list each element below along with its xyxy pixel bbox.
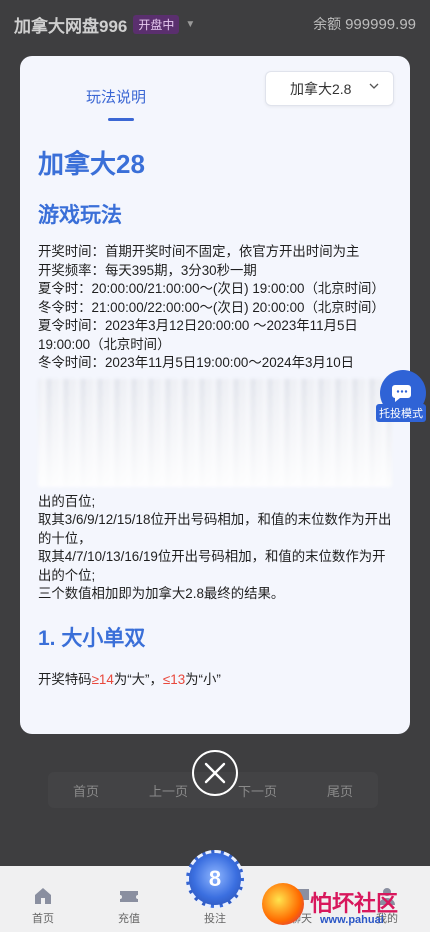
game-title: 加拿大28 xyxy=(38,149,145,179)
section-heading: 游戏玩法 xyxy=(38,204,122,227)
big-condition: ≥14 xyxy=(91,671,114,687)
app-header: 加拿大网盘996 开盘中 ▼ 余额 999999.99 xyxy=(0,0,430,48)
caret-down-icon[interactable]: ▼ xyxy=(185,19,195,30)
home-icon xyxy=(35,888,51,904)
small-word: 为“小” xyxy=(185,671,221,687)
big-small-rule: 开奖特码≥14为“大”，≤13为“小” xyxy=(38,668,392,688)
rule-line: 出的百位; xyxy=(38,493,96,509)
schedule-line: 夏令时间：2023年3月12日20:00:00 ～2023年11月5日19:00… xyxy=(38,318,358,352)
close-icon xyxy=(204,762,226,784)
balance-value: 999999.99 xyxy=(345,16,416,33)
rule-prefix: 开奖特码 xyxy=(38,671,92,687)
subsection-title: 1. 大小单双 xyxy=(38,626,146,650)
float-label[interactable]: 托投模式 xyxy=(376,404,426,422)
rule-line: 取其3/6/9/12/15/18位开出号码相加，和值的末位数作为开出的十位， xyxy=(38,512,392,546)
rule-line: 取其4/7/10/13/16/19位开出号码相加，和值的末位数作为开出的个位; xyxy=(38,549,386,583)
rule-line: 三个数值相加即为加拿大2.8最终的结果。 xyxy=(38,586,285,601)
pager-last[interactable]: 尾页 xyxy=(327,781,353,800)
close-modal-button[interactable] xyxy=(192,750,238,796)
watermark-logo-icon xyxy=(262,883,304,925)
rules-modal: 玩法说明 加拿大2.8 加拿大28 游戏玩法 开奖时间：首期开奖时间不固定，依官… xyxy=(20,56,410,734)
chip-icon: 8 xyxy=(208,866,222,891)
game-select[interactable]: 加拿大2.8 xyxy=(265,71,394,106)
game-select-value: 加拿大2.8 xyxy=(290,80,352,97)
schedule-line: 开奖频率：每天395期，3分30秒一期 xyxy=(38,262,257,278)
pager-prev[interactable]: 上一页 xyxy=(149,781,188,800)
nav-home[interactable]: 首页 xyxy=(0,886,86,926)
modal-content: 加拿大28 游戏玩法 开奖时间：首期开奖时间不固定，依官方开出时间为主 开奖频率… xyxy=(20,144,410,688)
schedule-line: 冬令时间：2023年11月5日19:00:00～2024年3月10日 xyxy=(38,355,355,370)
schedule-line: 开奖时间：首期开奖时间不固定，依官方开出时间为主 xyxy=(38,244,360,259)
nav-label: 首页 xyxy=(32,913,54,925)
balance: 余额 999999.99 xyxy=(313,14,416,34)
watermark: 怕坏社区 www.pahuai xyxy=(262,880,424,928)
blurred-region xyxy=(38,378,392,487)
balance-label: 余额 xyxy=(313,16,342,32)
pager-next[interactable]: 下一页 xyxy=(238,781,277,800)
nav-label: 充值 xyxy=(118,913,140,925)
watermark-url: www.pahuai xyxy=(320,914,384,926)
bet-chip-button[interactable]: 8 xyxy=(186,850,244,908)
watermark-text: 怕坏社区 xyxy=(310,891,399,916)
nav-label: 投注 xyxy=(204,913,226,925)
tab-indicator xyxy=(108,118,134,121)
nav-recharge[interactable]: 充值 xyxy=(86,886,172,926)
app-title: 加拿大网盘996 xyxy=(14,16,128,36)
schedule-line: 冬令时：21:00:00/22:00:00～(次日) 20:00:00（北京时间… xyxy=(38,299,385,315)
pager-first[interactable]: 首页 xyxy=(73,781,99,800)
status-badge: 开盘中 xyxy=(133,14,180,34)
schedule-line: 夏令时：20:00:00/21:00:00～(次日) 19:00:00（北京时间… xyxy=(38,281,385,296)
rules-text: 出的百位; 取其3/6/9/12/15/18位开出号码相加，和值的末位数作为开出… xyxy=(38,493,392,604)
modal-header: 玩法说明 加拿大2.8 xyxy=(20,56,410,126)
chat-bubble-icon xyxy=(392,385,411,402)
small-condition: ≤13 xyxy=(162,671,186,687)
ticket-icon xyxy=(120,891,138,902)
big-word: 为“大”， xyxy=(113,671,163,687)
tab-rules[interactable]: 玩法说明 xyxy=(86,86,146,107)
chevron-down-icon xyxy=(369,83,379,89)
schedule-text: 开奖时间：首期开奖时间不固定，依官方开出时间为主 开奖频率：每天395期，3分3… xyxy=(38,243,392,373)
